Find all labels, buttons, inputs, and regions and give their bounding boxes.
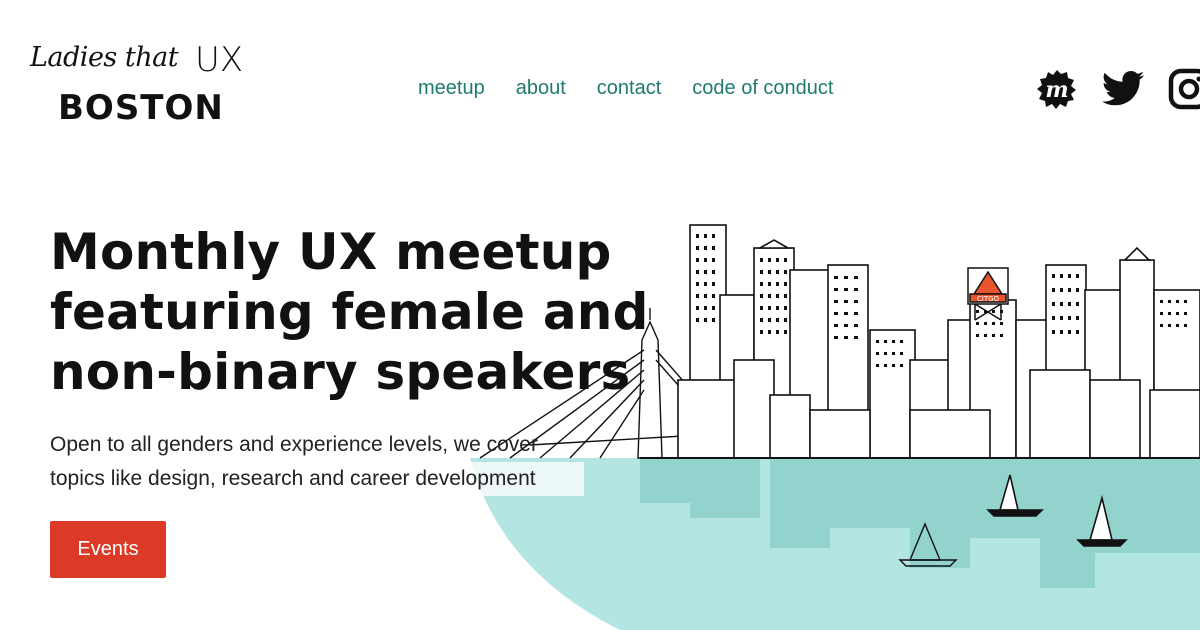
hero-subtitle: Open to all genders and experience level… xyxy=(50,428,650,496)
social-links: m xyxy=(1034,66,1200,112)
skyline-buildings xyxy=(677,224,1200,459)
twitter-icon xyxy=(1101,71,1145,106)
page: Ladies that UX BOSTON meetup about conta… xyxy=(0,0,1200,630)
hero-subtitle-line: Open to all genders and experience level… xyxy=(50,433,538,456)
main-nav: meetup about contact code of conduct xyxy=(418,77,833,100)
boston-skyline-illustration: CITGO xyxy=(470,224,1200,630)
nav-link-code-of-conduct[interactable]: code of conduct xyxy=(692,77,833,100)
hero-subtitle-line: topics like design, research and career … xyxy=(50,462,584,496)
meetup-link[interactable]: m xyxy=(1034,66,1080,112)
events-button[interactable]: Events xyxy=(50,521,166,578)
nav-link-contact[interactable]: contact xyxy=(597,77,661,100)
logo-ux-text: UX xyxy=(195,40,244,80)
site-logo[interactable]: Ladies that UX BOSTON xyxy=(30,40,250,130)
instagram-link[interactable] xyxy=(1166,66,1200,112)
svg-text:m: m xyxy=(1045,77,1068,103)
logo-city-text: BOSTON xyxy=(58,88,224,128)
svg-text:CITGO: CITGO xyxy=(977,295,1000,303)
instagram-icon xyxy=(1168,68,1200,110)
meetup-icon: m xyxy=(1037,70,1076,109)
nav-link-about[interactable]: about xyxy=(516,77,566,100)
twitter-link[interactable] xyxy=(1100,66,1146,112)
logo-script-text: Ladies that xyxy=(30,42,179,73)
nav-link-meetup[interactable]: meetup xyxy=(418,77,485,100)
